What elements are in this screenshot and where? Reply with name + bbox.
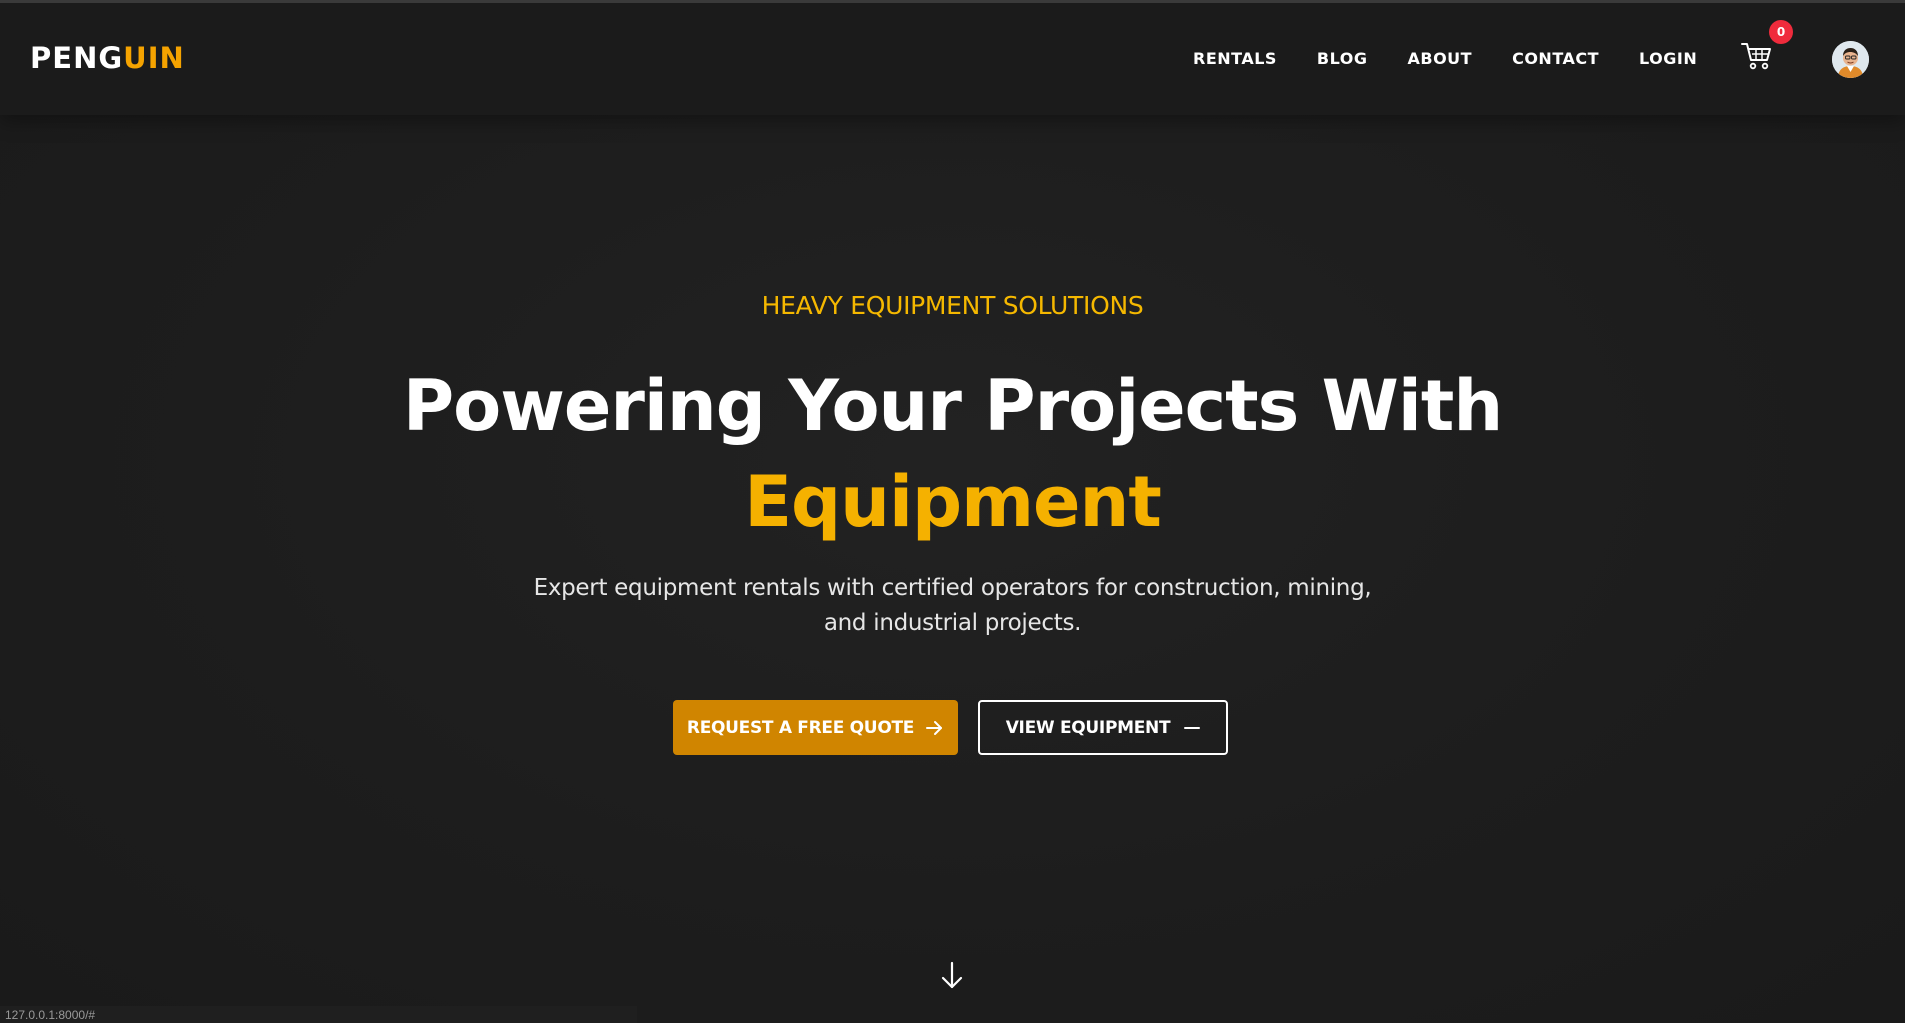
hero-title-highlight: Equipment xyxy=(744,461,1162,543)
arrow-down-icon[interactable] xyxy=(940,961,964,991)
main-nav: RENTALS BLOG ABOUT CONTACT LOGIN xyxy=(1193,49,1737,68)
logo[interactable]: PENGUIN xyxy=(30,41,185,75)
nav-link-login[interactable]: LOGIN xyxy=(1639,49,1697,68)
nav-link-blog[interactable]: BLOG xyxy=(1317,49,1368,68)
nav-link-contact[interactable]: CONTACT xyxy=(1512,49,1599,68)
hero-eyebrow: HEAVY EQUIPMENT SOLUTIONS xyxy=(761,291,1144,320)
shopping-cart-icon[interactable] xyxy=(1740,41,1774,71)
user-avatar[interactable] xyxy=(1832,41,1869,78)
request-quote-button[interactable]: REQUEST A FREE QUOTE xyxy=(673,700,958,755)
view-equipment-button[interactable]: VIEW EQUIPMENT xyxy=(978,700,1228,755)
minus-icon xyxy=(1184,726,1201,730)
hero-title-line: Powering Your Projects With xyxy=(402,365,1503,447)
request-quote-label: REQUEST A FREE QUOTE xyxy=(686,717,915,738)
nav-link-rentals[interactable]: RENTALS xyxy=(1193,49,1277,68)
hero-subtitle: Expert equipment rentals with certified … xyxy=(533,575,1372,636)
logo-main-text: PENG xyxy=(30,41,124,75)
page: PENGUIN RENTALS BLOG ABOUT CONTACT LOGIN… xyxy=(0,0,1905,1023)
view-equipment-label: VIEW EQUIPMENT xyxy=(1005,717,1171,738)
browser-status-url: 127.0.0.1:8000/# xyxy=(0,1006,637,1023)
site-header: PENGUIN RENTALS BLOG ABOUT CONTACT LOGIN… xyxy=(0,3,1905,115)
arrow-right-icon xyxy=(926,720,944,736)
logo-accent-text: UIN xyxy=(123,41,185,75)
cart-count-badge: 0 xyxy=(1769,20,1793,44)
nav-link-about[interactable]: ABOUT xyxy=(1407,49,1472,68)
hero-title: Powering Your Projects With Equipment xyxy=(0,358,1905,550)
